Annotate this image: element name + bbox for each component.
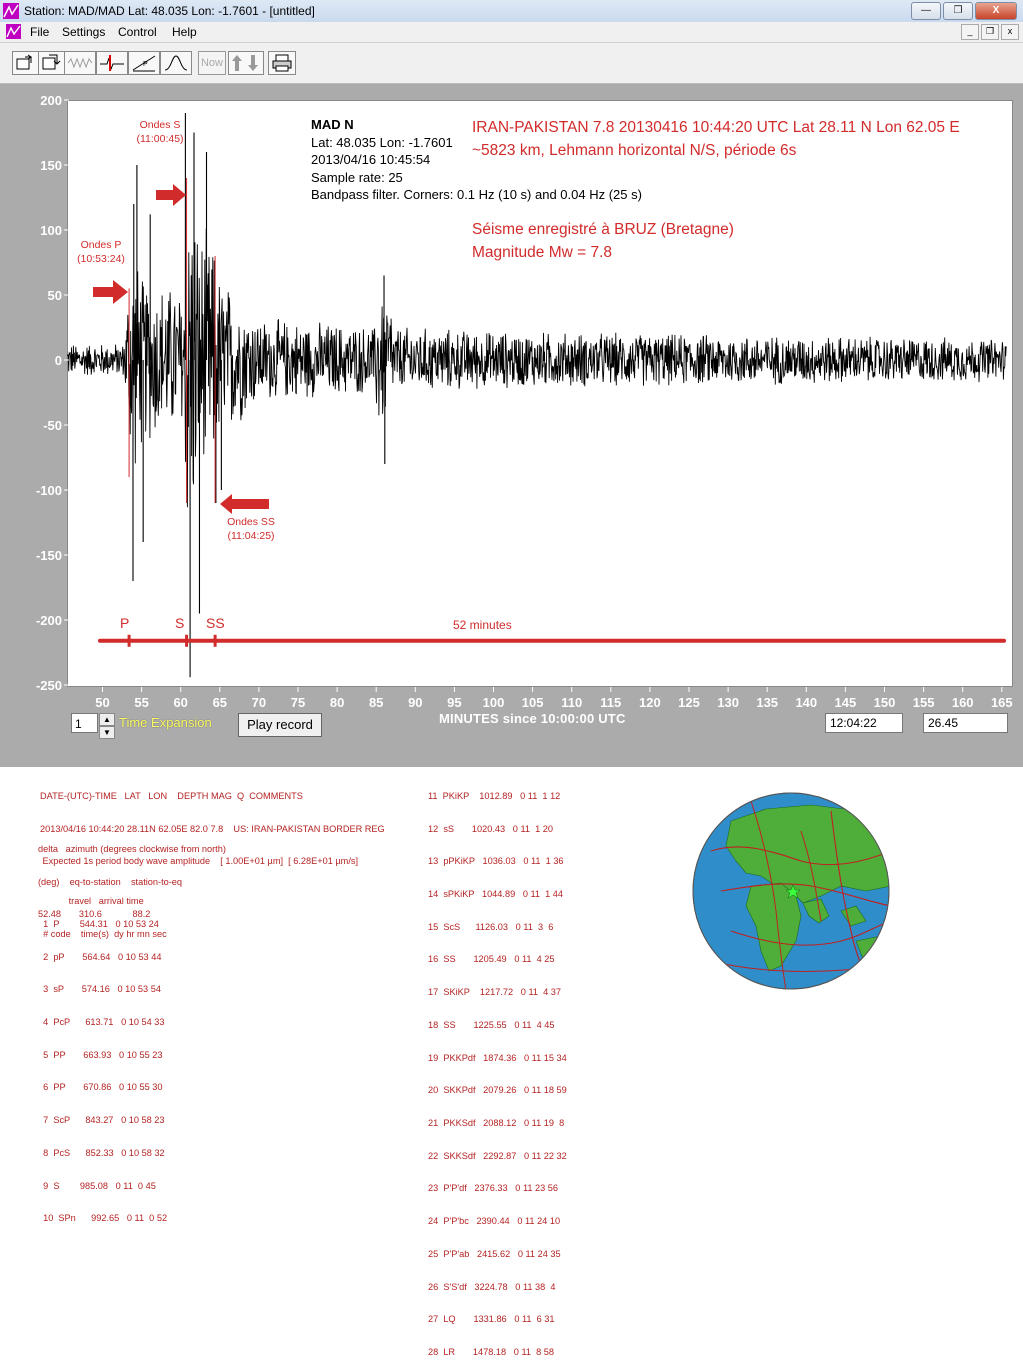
s-wave-title: Ondes S — [139, 119, 181, 131]
phase-row: 6 PP 670.86 0 10 55 30 — [38, 1082, 163, 1093]
document-controls: _ ❐ x — [961, 24, 1019, 40]
p-wave-time: (10:53:24) — [77, 253, 125, 265]
phase-list-left: 1 P 544.31 0 10 53 24 2 pP 564.64 0 10 5… — [38, 897, 167, 1235]
p-wave-title: Ondes P — [80, 239, 122, 251]
play-record-button[interactable]: Play record — [238, 713, 322, 737]
menu-bar: File Settings Control Help _ ❐ x — [0, 22, 1023, 43]
clock-field[interactable]: 12:04:22 — [825, 713, 903, 733]
timeline-s-label: S — [175, 615, 185, 631]
phase-row: 7 ScP 843.27 0 10 58 23 — [38, 1115, 165, 1126]
phase-row: 16 SS 1205.49 0 11 4 25 — [428, 954, 555, 965]
recorded-at: Séisme enregistré à BRUZ (Bretagne) — [472, 221, 734, 238]
minimize-button[interactable]: — — [911, 2, 941, 20]
app-icon — [3, 3, 19, 19]
ss-wave-title: Ondes SS — [227, 516, 275, 528]
event-header-line: DATE-(UTC)-TIME LAT LON DEPTH MAG Q COMM… — [40, 790, 303, 801]
doc-close-button[interactable]: x — [1001, 24, 1019, 40]
phase-row: 28 LR 1478.18 0 11 8 58 — [428, 1347, 554, 1358]
spin-up-button[interactable]: ▲ — [99, 713, 115, 726]
menu-settings[interactable]: Settings — [62, 25, 105, 39]
doc-restore-button[interactable]: ❐ — [981, 24, 999, 40]
printer-icon — [272, 54, 292, 72]
x-axis-label: MINUTES since 10:00:00 UTC — [439, 711, 626, 726]
menu-file[interactable]: File — [30, 25, 49, 39]
ss-wave-annotation: Ondes SS (11:04:25) — [222, 515, 280, 543]
timeline-ss-label: SS — [206, 615, 225, 631]
maximize-button[interactable]: ❐ — [943, 2, 973, 20]
document-icon[interactable] — [6, 24, 21, 39]
timeline-duration-label: 52 minutes — [453, 618, 512, 632]
phase-row: 1 P 544.31 0 10 53 24 — [38, 918, 159, 929]
save-file-icon — [42, 54, 61, 70]
phase-row: 25 P'P'ab 2415.62 0 11 24 35 — [428, 1248, 561, 1259]
svg-text:P: P — [143, 61, 148, 68]
phase-list-right: 11 PKiKP 1012.89 0 11 1 12 12 sS 1020.43… — [428, 769, 567, 1369]
s-wave-time: (11:00:45) — [136, 133, 184, 145]
phase-row: 3 sP 574.16 0 10 53 54 — [38, 984, 161, 995]
phase-row: 2 pP 564.64 0 10 53 44 — [38, 951, 162, 962]
time-expansion-label: Time Expansion — [119, 715, 212, 730]
phase-row: 20 SKKPdf 2079.26 0 11 18 59 — [428, 1085, 567, 1096]
phase-row: 11 PKiKP 1012.89 0 11 1 12 — [428, 790, 561, 801]
save-file-button[interactable] — [38, 51, 66, 75]
pick-icon — [100, 55, 124, 71]
time-expansion-input[interactable]: 1 — [71, 713, 98, 733]
window-title: Station: MAD/MAD Lat: 48.035 Lon: -1.760… — [24, 4, 315, 18]
phase-row: 15 ScS 1126.03 0 11 3 6 — [428, 921, 554, 932]
phase-row: 24 P'P'bc 2390.44 0 11 24 10 — [428, 1216, 561, 1227]
amplitude-field[interactable]: 26.45 — [923, 713, 1008, 733]
scale-arrows-button[interactable] — [228, 51, 264, 75]
ss-wave-time: (11:04:25) — [227, 530, 275, 542]
menu-control[interactable]: Control — [118, 25, 157, 39]
event-title: IRAN-PAKISTAN 7.8 20130416 10:44:20 UTC … — [472, 119, 960, 136]
timeline-p-label: P — [120, 615, 130, 631]
filter-icon: P — [132, 55, 156, 72]
pick-button[interactable] — [96, 51, 128, 75]
phase-row: 22 SKKSdf 2292.87 0 11 22 32 — [428, 1150, 567, 1161]
window-controls: — ❐ X — [911, 2, 1017, 20]
phase-row: 4 PcP 613.71 0 10 54 33 — [38, 1016, 165, 1027]
phase-row: 27 LQ 1331.86 0 11 6 31 — [428, 1314, 555, 1325]
open-file-button[interactable] — [12, 51, 40, 75]
p-wave-annotation: Ondes P (10:53:24) — [75, 238, 127, 266]
phase-row: 13 pPKiKP 1036.03 0 11 1 36 — [428, 856, 564, 867]
phase-row: 26 S'S'df 3224.78 0 11 38 4 — [428, 1281, 556, 1292]
toolbar: P Now — [0, 43, 1023, 84]
filter-button[interactable]: P — [128, 51, 160, 75]
phase-row: 14 sPKiKP 1044.89 0 11 1 44 — [428, 888, 564, 899]
title-bar: Station: MAD/MAD Lat: 48.035 Lon: -1.760… — [0, 0, 1023, 23]
recording-info: Séisme enregistré à BRUZ (Bretagne) Magn… — [472, 218, 734, 264]
phase-row: 5 PP 663.93 0 10 55 23 — [38, 1049, 163, 1060]
phase-row: 12 sS 1020.43 0 11 1 20 — [428, 823, 553, 834]
phase-row: 21 PKKSdf 2088.12 0 11 19 8 — [428, 1118, 565, 1128]
phase-row: 18 SS 1225.55 0 11 4 45 — [428, 1019, 555, 1030]
phase-row: 9 S 985.08 0 11 0 45 — [38, 1180, 156, 1191]
spin-down-button[interactable]: ▼ — [99, 726, 115, 739]
event-subtitle: ~5823 km, Lehmann horizontal N/S, périod… — [472, 142, 797, 159]
s-wave-annotation: Ondes S (11:00:45) — [132, 118, 188, 146]
magnitude-label: Magnitude Mw = 7.8 — [472, 244, 613, 261]
geometry-line: delta azimuth (degrees clockwise from no… — [38, 843, 226, 854]
print-button[interactable] — [268, 51, 296, 75]
phase-row: 19 PKKPdf 1874.36 0 11 15 34 — [428, 1052, 567, 1063]
updown-arrows-icon — [232, 55, 258, 71]
waveform-icon — [67, 57, 93, 69]
phase-row: 23 P'P'df 2376.33 0 11 23 56 — [428, 1183, 559, 1194]
sample-rate: Sample rate: 25 — [311, 169, 403, 185]
event-info: IRAN-PAKISTAN 7.8 20130416 10:44:20 UTC … — [472, 116, 960, 162]
spectrum-icon — [164, 55, 188, 71]
menu-help[interactable]: Help — [172, 25, 197, 39]
spectrum-button[interactable] — [160, 51, 192, 75]
phase-row: 17 SKiKP 1217.72 0 11 4 37 — [428, 987, 561, 998]
phase-row: 10 SPn 992.65 0 11 0 52 — [38, 1213, 168, 1224]
waveform-button[interactable] — [64, 51, 96, 75]
phase-row: 8 PcS 852.33 0 10 58 32 — [38, 1147, 165, 1158]
globe-map — [692, 792, 890, 990]
filter-info: Bandpass filter. Corners: 0.1 Hz (10 s) … — [311, 187, 642, 202]
now-button[interactable]: Now — [198, 51, 226, 75]
doc-minimize-button[interactable]: _ — [961, 24, 979, 40]
close-button[interactable]: X — [975, 2, 1017, 20]
open-file-icon — [16, 54, 32, 70]
